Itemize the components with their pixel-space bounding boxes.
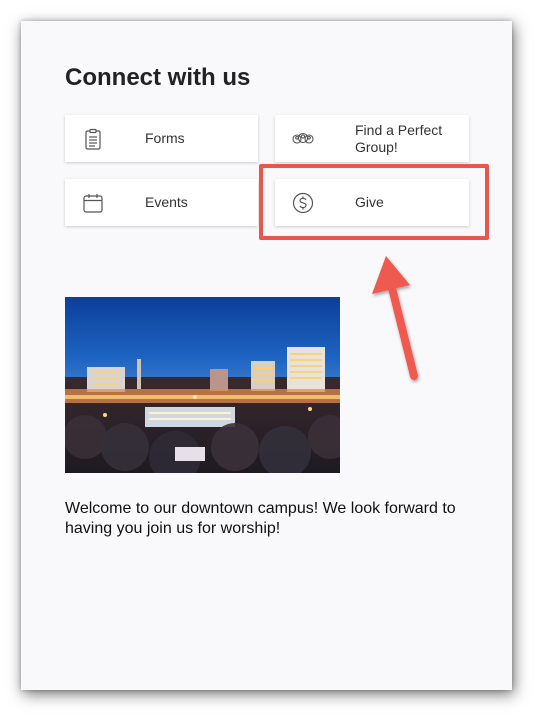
find-group-label: Find a Perfect Group! (355, 121, 443, 155)
forms-label: Forms (145, 130, 185, 146)
campus-photo (65, 297, 340, 473)
clipboard-icon (85, 128, 101, 150)
events-button[interactable]: Events (65, 179, 258, 226)
find-group-button[interactable]: Find a Perfect Group! (275, 115, 469, 162)
welcome-text: Welcome to our downtown campus! We look … (65, 500, 456, 537)
section-title: Connect with us (65, 64, 251, 91)
events-label: Events (145, 194, 188, 210)
group-icon (292, 132, 314, 144)
forms-button[interactable]: Forms (65, 115, 258, 162)
highlight-box (259, 164, 489, 240)
calendar-icon (83, 193, 103, 213)
annotation-arrow (372, 256, 418, 380)
